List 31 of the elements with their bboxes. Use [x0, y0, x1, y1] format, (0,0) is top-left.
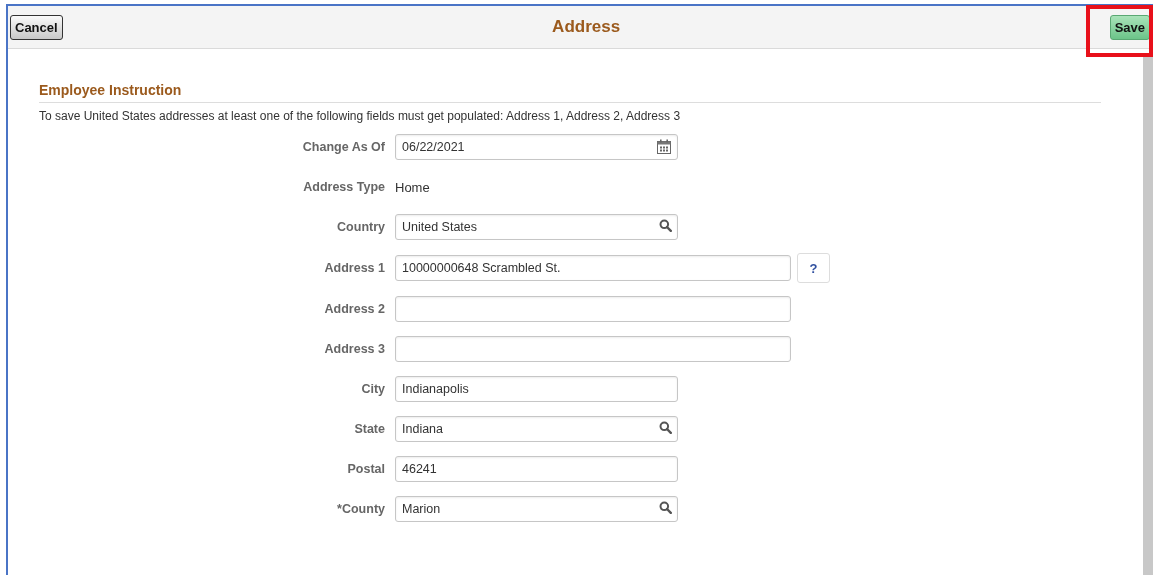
page-title: Address — [551, 17, 622, 37]
field-label: Address Type — [302, 180, 385, 194]
section-title: Employee Instruction — [39, 82, 1101, 103]
field-value: Home — [395, 179, 430, 195]
field-label: Address 2 — [323, 302, 385, 316]
cancel-button[interactable]: Cancel — [10, 14, 63, 40]
instruction-text: To save United States addresses at least one of the following fields must get populated: Address 1, Address 2, Address 3 — [39, 109, 682, 123]
field-label: State — [353, 422, 385, 436]
search-icon[interactable] — [659, 421, 672, 434]
field-label: Address 3 — [323, 342, 385, 356]
input-field[interactable]: Indianapolis — [395, 376, 678, 402]
lookup-field[interactable]: Indiana — [395, 416, 678, 442]
field-label: Postal — [346, 462, 385, 476]
input-field[interactable] — [395, 336, 791, 362]
date-field[interactable]: 06/22/2021 — [395, 134, 678, 160]
lookup-field[interactable]: Marion — [395, 496, 678, 522]
search-icon[interactable] — [659, 501, 672, 514]
field-label: *County — [336, 502, 385, 516]
field-label: Address 1 — [323, 261, 385, 275]
scrollbar[interactable] — [1143, 57, 1153, 575]
field-label: Change As Of — [301, 140, 385, 154]
lookup-field[interactable]: United States — [395, 214, 678, 240]
field-label: Country — [336, 220, 385, 234]
input-field[interactable]: 10000000648 Scrambled St. — [395, 255, 791, 281]
help-button[interactable]: ? — [797, 253, 830, 283]
input-field[interactable] — [395, 296, 791, 322]
input-field[interactable]: 46241 — [395, 456, 678, 482]
field-label: City — [360, 382, 385, 396]
search-icon[interactable] — [659, 219, 672, 232]
calendar-icon[interactable] — [656, 139, 672, 155]
save-button[interactable]: Save — [1109, 14, 1150, 40]
